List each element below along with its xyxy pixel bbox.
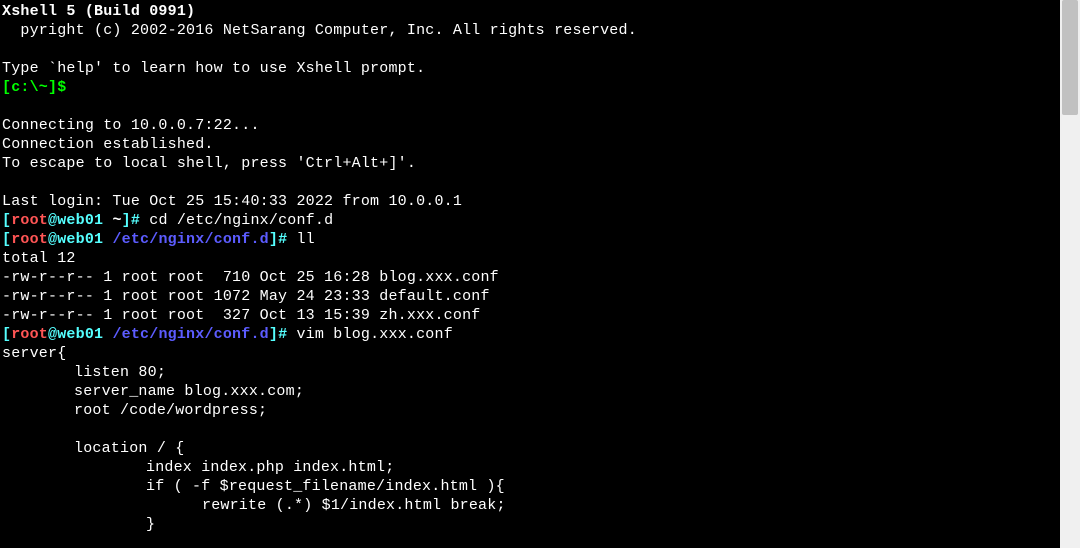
conf-line: index index.php index.html; xyxy=(2,458,1060,477)
blank-line xyxy=(2,420,1060,439)
scrollbar-thumb[interactable] xyxy=(1062,0,1078,115)
conf-line: listen 80; xyxy=(2,363,1060,382)
local-prompt: [c:\~]$ xyxy=(2,78,1060,97)
ls-row: -rw-r--r-- 1 root root 327 Oct 13 15:39 … xyxy=(2,306,1060,325)
conf-line: server{ xyxy=(2,344,1060,363)
cmd-vim: vim blog.xxx.conf xyxy=(296,326,452,343)
prompt-path: c:\~ xyxy=(11,79,48,96)
conf-line: root /code/wordpress; xyxy=(2,401,1060,420)
shell-prompt-2: [root@web01 /etc/nginx/conf.d]# ll xyxy=(2,230,1060,249)
conf-line: if ( -f $request_filename/index.html ){ xyxy=(2,477,1060,496)
ls-row: -rw-r--r-- 1 root root 710 Oct 25 16:28 … xyxy=(2,268,1060,287)
escape-line: To escape to local shell, press 'Ctrl+Al… xyxy=(2,154,1060,173)
prompt-bracket-open: [ xyxy=(2,79,11,96)
copyright: pyright (c) 2002-2016 NetSarang Computer… xyxy=(2,21,1060,40)
conf-line: } xyxy=(2,515,1060,534)
conf-line: rewrite (.*) $1/index.html break; xyxy=(2,496,1060,515)
blank-line xyxy=(2,40,1060,59)
established-line: Connection established. xyxy=(2,135,1060,154)
cmd-ll: ll xyxy=(296,231,314,248)
help-hint: Type `help' to learn how to use Xshell p… xyxy=(2,59,1060,78)
ls-total: total 12 xyxy=(2,249,1060,268)
last-login: Last login: Tue Oct 25 15:40:33 2022 fro… xyxy=(2,192,1060,211)
app-title: Xshell 5 (Build 0991) xyxy=(2,2,1060,21)
prompt-bracket-close: ]$ xyxy=(48,79,66,96)
blank-line xyxy=(2,173,1060,192)
shell-prompt-3: [root@web01 /etc/nginx/conf.d]# vim blog… xyxy=(2,325,1060,344)
terminal-window[interactable]: Xshell 5 (Build 0991) pyright (c) 2002-2… xyxy=(0,0,1060,548)
ls-row: -rw-r--r-- 1 root root 1072 May 24 23:33… xyxy=(2,287,1060,306)
conf-line: location / { xyxy=(2,439,1060,458)
scrollbar[interactable] xyxy=(1060,0,1080,548)
connecting-line: Connecting to 10.0.0.7:22... xyxy=(2,116,1060,135)
blank-line xyxy=(2,97,1060,116)
conf-line: server_name blog.xxx.com; xyxy=(2,382,1060,401)
shell-prompt-1: [root@web01 ~]# cd /etc/nginx/conf.d xyxy=(2,211,1060,230)
cmd-cd: cd /etc/nginx/conf.d xyxy=(149,212,333,229)
